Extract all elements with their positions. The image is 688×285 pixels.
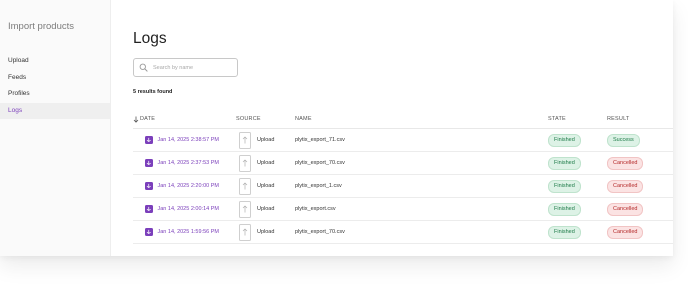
source-cell: Upload bbox=[236, 131, 295, 149]
table-row[interactable]: Jan 14, 2025 2:00:14 PM Upload plytix_ex… bbox=[133, 198, 673, 221]
source-cell: Upload bbox=[236, 177, 295, 195]
main-content: Logs 5 results found DATE SOURCE NAME bbox=[111, 0, 673, 256]
source-cell: Upload bbox=[236, 223, 295, 241]
column-header-state: STATE bbox=[548, 116, 566, 122]
state-badge: Finished bbox=[548, 133, 581, 147]
table-row[interactable]: Jan 14, 2025 2:37:53 PM Upload plytix_ex… bbox=[133, 152, 673, 175]
sidebar-item-feeds[interactable]: Feeds bbox=[0, 70, 110, 87]
upload-file-icon bbox=[239, 177, 251, 195]
date-cell: Jan 14, 2025 1:59:56 PM bbox=[133, 228, 236, 236]
upload-file-icon bbox=[239, 223, 251, 241]
file-name: plytix_export_1.csv bbox=[295, 183, 342, 189]
table-row[interactable]: Jan 14, 2025 2:20:00 PM Upload plytix_ex… bbox=[133, 175, 673, 198]
search-input[interactable] bbox=[153, 64, 233, 71]
column-header-date[interactable]: DATE bbox=[133, 116, 236, 123]
log-date-link[interactable]: Jan 14, 2025 1:59:56 PM bbox=[158, 229, 219, 235]
file-name: plytix_export_71.csv bbox=[295, 137, 345, 143]
search-icon bbox=[139, 63, 148, 72]
import-icon bbox=[145, 205, 153, 213]
search-box[interactable] bbox=[133, 58, 238, 77]
date-cell: Jan 14, 2025 2:38:57 PM bbox=[133, 136, 236, 144]
source-label: Upload bbox=[257, 137, 275, 143]
upload-file-icon bbox=[239, 200, 251, 218]
source-cell: Upload bbox=[236, 200, 295, 218]
source-label: Upload bbox=[257, 206, 275, 212]
import-icon bbox=[145, 228, 153, 236]
date-cell: Jan 14, 2025 2:37:53 PM bbox=[133, 159, 236, 167]
state-badge: Finished bbox=[548, 179, 581, 193]
column-header-name: NAME bbox=[295, 116, 312, 122]
column-header-date-label: DATE bbox=[140, 116, 156, 122]
column-header-result: RESULT bbox=[607, 116, 630, 122]
source-label: Upload bbox=[257, 160, 275, 166]
import-icon bbox=[145, 159, 153, 167]
table-row[interactable]: Jan 14, 2025 2:38:57 PM Upload plytix_ex… bbox=[133, 129, 673, 152]
sidebar-title: Import products bbox=[8, 21, 74, 32]
sidebar: Import products Upload Feeds Profiles Lo… bbox=[0, 0, 111, 256]
table-header: DATE SOURCE NAME STATE RESULT bbox=[133, 110, 673, 129]
sidebar-item-logs[interactable]: Logs bbox=[0, 102, 110, 119]
result-badge: Cancelled bbox=[607, 225, 644, 239]
log-date-link[interactable]: Jan 14, 2025 2:37:53 PM bbox=[158, 160, 219, 166]
import-icon bbox=[145, 182, 153, 190]
sidebar-item-upload[interactable]: Upload bbox=[0, 53, 110, 70]
source-label: Upload bbox=[257, 183, 275, 189]
state-badge: Finished bbox=[548, 156, 581, 170]
results-count: 5 results found bbox=[133, 89, 173, 95]
file-name: plytix_export_70.csv bbox=[295, 160, 345, 166]
import-icon bbox=[145, 136, 153, 144]
log-date-link[interactable]: Jan 14, 2025 2:00:14 PM bbox=[158, 206, 219, 212]
arrow-down-icon bbox=[133, 116, 139, 123]
page-title: Logs bbox=[133, 30, 167, 47]
source-label: Upload bbox=[257, 229, 275, 235]
table-row[interactable]: Jan 14, 2025 1:59:56 PM Upload plytix_ex… bbox=[133, 221, 673, 244]
result-badge: Cancelled bbox=[607, 179, 644, 193]
logs-table: DATE SOURCE NAME STATE RESULT Jan 14, 20… bbox=[133, 110, 673, 244]
source-cell: Upload bbox=[236, 154, 295, 172]
import-products-panel: Import products Upload Feeds Profiles Lo… bbox=[0, 0, 673, 256]
upload-file-icon bbox=[239, 131, 251, 149]
file-name: plytix_export_70.csv bbox=[295, 229, 345, 235]
state-badge: Finished bbox=[548, 225, 581, 239]
log-date-link[interactable]: Jan 14, 2025 2:20:00 PM bbox=[158, 183, 219, 189]
file-name: plytix_export.csv bbox=[295, 206, 336, 212]
date-cell: Jan 14, 2025 2:20:00 PM bbox=[133, 182, 236, 190]
state-badge: Finished bbox=[548, 202, 581, 216]
upload-file-icon bbox=[239, 154, 251, 172]
sidebar-item-profiles[interactable]: Profiles bbox=[0, 86, 110, 103]
result-badge: Cancelled bbox=[607, 156, 644, 170]
result-badge: Success bbox=[607, 133, 640, 147]
log-date-link[interactable]: Jan 14, 2025 2:38:57 PM bbox=[158, 137, 219, 143]
result-badge: Cancelled bbox=[607, 202, 644, 216]
column-header-source: SOURCE bbox=[236, 116, 261, 122]
date-cell: Jan 14, 2025 2:00:14 PM bbox=[133, 205, 236, 213]
